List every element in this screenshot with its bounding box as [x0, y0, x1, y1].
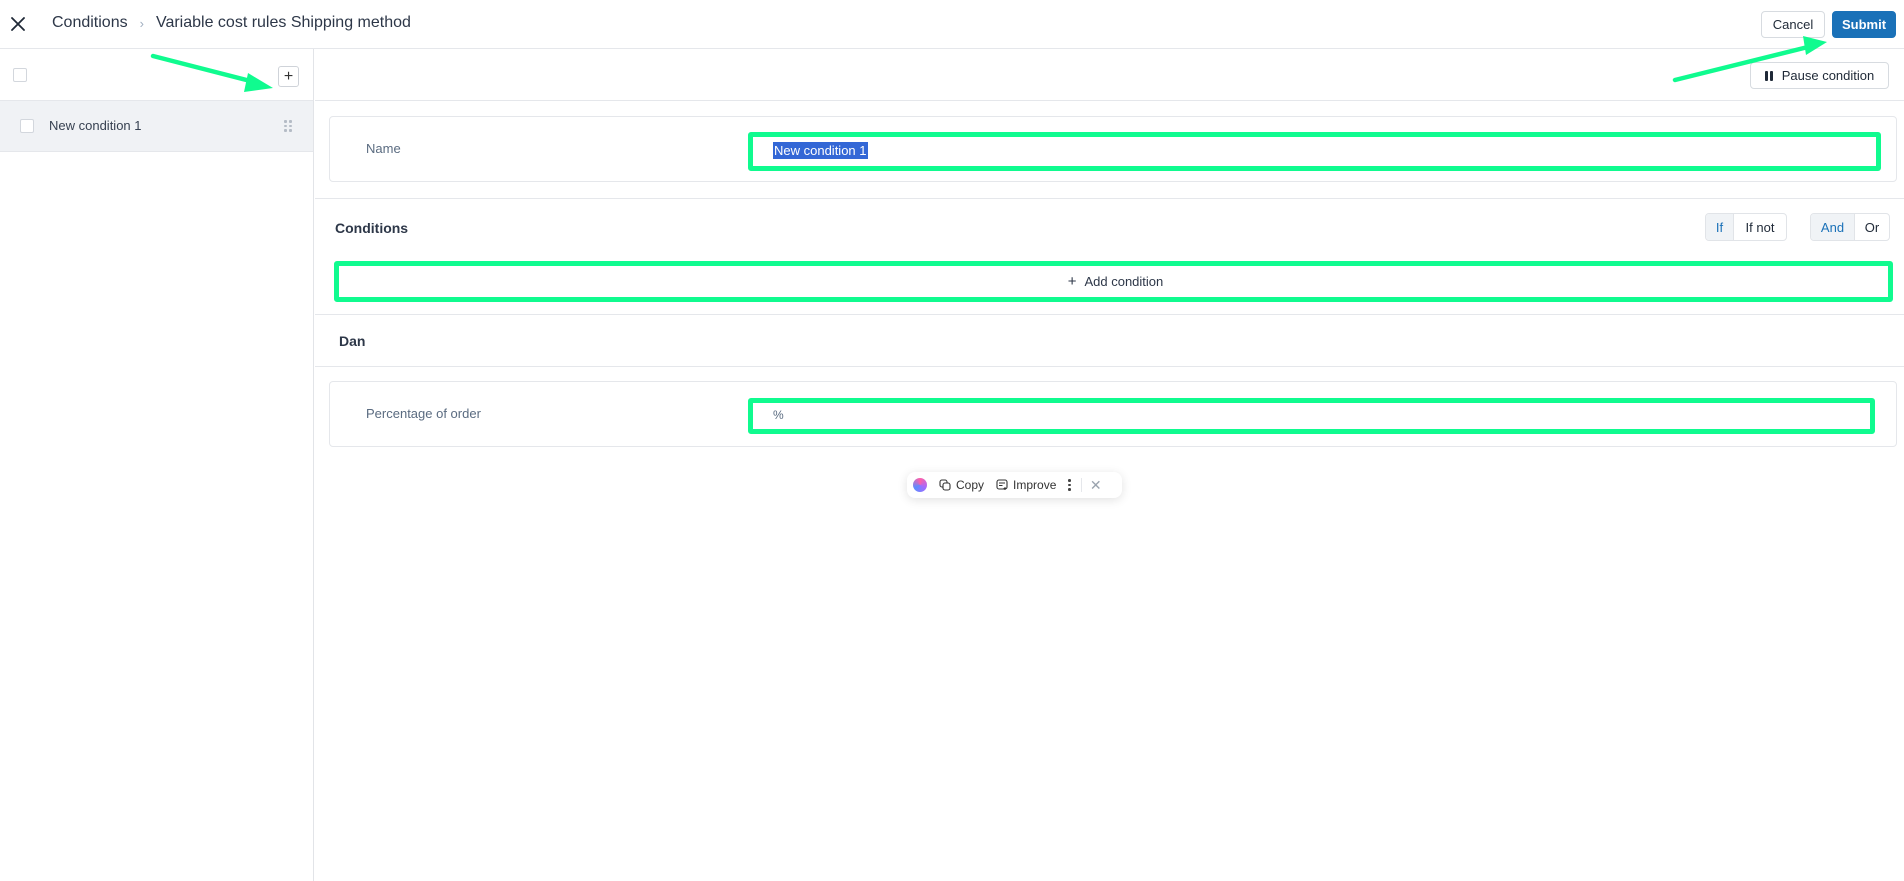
plus-icon: +: [283, 67, 294, 85]
add-condition-label: Add condition: [1084, 273, 1164, 289]
copy-label: Copy: [956, 478, 985, 492]
pause-condition-button[interactable]: Pause condition: [1750, 62, 1889, 89]
conditions-title: Conditions: [335, 220, 409, 236]
toolbar-separator: [1080, 478, 1082, 492]
drag-handle-icon[interactable]: [284, 120, 292, 132]
close-icon: [11, 17, 25, 31]
item-checkbox[interactable]: [20, 119, 34, 133]
improve-icon: [996, 479, 1008, 490]
and-option[interactable]: And: [1811, 214, 1855, 240]
submit-button[interactable]: Submit: [1832, 11, 1896, 38]
sidebar-item-label: New condition 1: [49, 118, 142, 133]
percent-icon: %: [773, 408, 784, 422]
name-card: Name New condition 1: [329, 116, 1897, 182]
result-section-title: Dan: [339, 333, 366, 349]
plus-icon: +: [1067, 272, 1077, 290]
percentage-label: Percentage of order: [366, 406, 481, 421]
divider: [315, 198, 1904, 199]
main-toolbar: Pause condition: [315, 49, 1904, 101]
pause-condition-label: Pause condition: [1781, 68, 1875, 83]
sidebar-toolbar: +: [0, 49, 313, 101]
ai-brain-icon[interactable]: [913, 478, 927, 492]
page-title: Variable cost rules Shipping method: [155, 14, 411, 31]
name-input-value: New condition 1: [773, 141, 868, 159]
breadcrumb: Conditions › Variable cost rules Shippin…: [52, 14, 411, 32]
logic-toggle: And Or: [1810, 213, 1890, 241]
floating-ai-toolbar: Copy Improve ✕: [907, 472, 1122, 498]
select-all-checkbox[interactable]: [13, 68, 27, 82]
divider: [315, 366, 1904, 367]
sidebar-item-new-condition-1[interactable]: New condition 1: [0, 101, 313, 152]
text-caret: [1876, 138, 1877, 162]
name-input[interactable]: New condition 1: [763, 133, 1883, 167]
if-mode-toggle: If If not: [1705, 213, 1787, 241]
main-panel: Pause condition Name New condition 1 Con…: [315, 49, 1904, 881]
pause-icon: [1764, 70, 1773, 81]
improve-label: Improve: [1013, 478, 1057, 492]
more-options-icon[interactable]: [1068, 479, 1071, 491]
percentage-card: Percentage of order %: [329, 381, 1897, 447]
close-button[interactable]: [6, 12, 30, 36]
conditions-sidebar: + New condition 1: [0, 49, 314, 881]
cancel-button[interactable]: Cancel: [1761, 11, 1825, 38]
breadcrumb-conditions[interactable]: Conditions: [52, 14, 128, 32]
if-not-option[interactable]: If not: [1734, 214, 1786, 240]
top-header: Conditions › Variable cost rules Shippin…: [0, 0, 1904, 49]
divider: [315, 314, 1904, 315]
copy-button[interactable]: Copy: [939, 478, 984, 492]
add-condition-button[interactable]: + Add condition: [334, 261, 1897, 301]
copy-icon: [939, 479, 951, 491]
percentage-input[interactable]: %: [763, 398, 1883, 432]
if-option[interactable]: If: [1706, 214, 1734, 240]
name-label: Name: [366, 141, 401, 156]
improve-button[interactable]: Improve: [996, 478, 1056, 492]
add-condition-item-button[interactable]: +: [278, 66, 299, 87]
or-option[interactable]: Or: [1855, 214, 1889, 240]
chevron-right-icon: ›: [139, 15, 144, 31]
close-icon[interactable]: ✕: [1090, 477, 1102, 494]
